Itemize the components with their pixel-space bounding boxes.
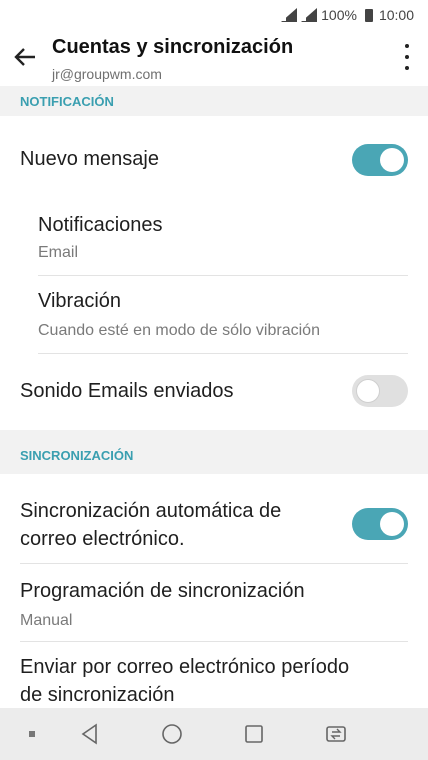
setting-label-line2: de sincronización [20, 684, 175, 706]
setting-label: Nuevo mensaje [20, 148, 159, 170]
setting-summary: Manual [20, 612, 73, 629]
toggle-knob [380, 512, 404, 536]
nuevo-mensaje-toggle[interactable] [352, 144, 408, 176]
battery-percent: 100% [321, 7, 357, 23]
setting-vibracion[interactable]: Vibración Cuando esté en modo de sólo vi… [0, 276, 428, 354]
clock: 10:00 [378, 7, 414, 23]
setting-notificaciones[interactable]: Notificaciones Email [0, 202, 428, 276]
sync-auto-toggle[interactable] [352, 508, 408, 540]
setting-label-line1: Enviar por correo electrónico período [20, 656, 350, 678]
setting-summary: Email [38, 244, 79, 261]
back-triangle-icon[interactable] [78, 722, 102, 746]
section-header-sincronizacion: SINCRONIZACIÓN [0, 430, 428, 474]
setting-label: Sonido Emails enviados [20, 380, 234, 402]
setting-label: Notificaciones [38, 214, 163, 236]
signal-icon [301, 8, 318, 22]
dual-window-icon[interactable] [324, 722, 348, 746]
status-bar: 100% 10:00 [0, 0, 428, 30]
setting-periodo[interactable]: Enviar por correo electrónico período de… [0, 642, 428, 708]
setting-sync-auto[interactable]: Sincronización automática de correo elec… [0, 474, 428, 564]
toggle-knob [356, 379, 380, 403]
sonido-toggle[interactable] [352, 375, 408, 407]
setting-programacion[interactable]: Programación de sincronización Manual [0, 564, 428, 642]
setting-label: Programación de sincronización [20, 580, 305, 602]
page-title: Cuentas y sincronización [52, 36, 294, 58]
setting-label-line2: correo electrónico. [20, 528, 185, 550]
setting-summary: Cuando esté en modo de sólo vibración [38, 322, 320, 339]
signal-icon [281, 8, 298, 22]
more-vertical-icon[interactable] [402, 44, 412, 70]
battery-icon [364, 8, 373, 22]
setting-sonido-emails[interactable]: Sonido Emails enviados [0, 354, 428, 430]
setting-label-line1: Sincronización automática de [20, 500, 282, 522]
setting-label: Vibración [38, 290, 122, 312]
setting-nuevo-mensaje[interactable]: Nuevo mensaje [0, 116, 428, 202]
app-bar: Cuentas y sincronización jr@groupwm.com [0, 30, 428, 86]
toggle-knob [380, 148, 404, 172]
navigation-bar [0, 708, 428, 760]
account-email: jr@groupwm.com [52, 66, 162, 82]
recents-square-icon[interactable] [242, 722, 266, 746]
home-circle-icon[interactable] [160, 722, 184, 746]
section-header-notificacion: NOTIFICACIÓN [0, 86, 428, 116]
dot-icon[interactable] [20, 722, 44, 746]
arrow-left-icon[interactable] [12, 44, 38, 70]
